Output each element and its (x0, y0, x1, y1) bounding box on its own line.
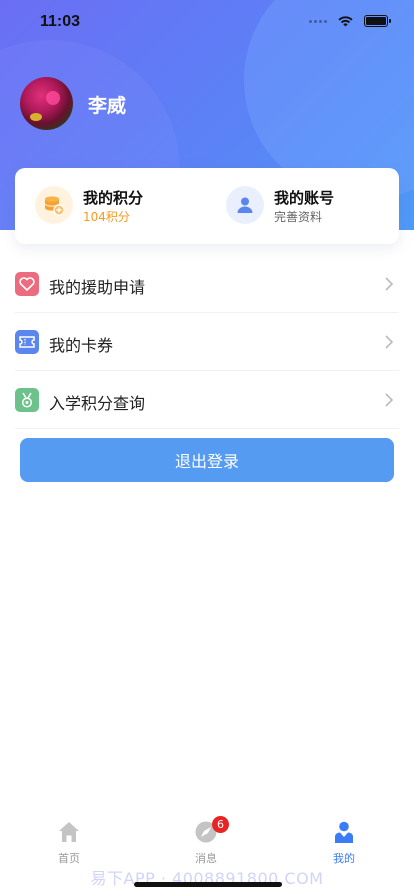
medal-icon (15, 388, 39, 412)
ticket-icon (15, 330, 39, 354)
tab-mine[interactable]: 我的 (304, 820, 384, 866)
tab-label: 首页 (58, 852, 80, 865)
chevron-right-icon (385, 393, 393, 407)
tab-label: 我的 (333, 852, 355, 865)
menu-item-label: 我的援助申请 (49, 278, 146, 297)
profile-icon (332, 820, 356, 844)
menu-item-aid-application[interactable]: 我的援助申请 (15, 255, 399, 313)
chevron-right-icon (385, 335, 393, 349)
message-badge: 6 (212, 816, 229, 833)
username: 李威 (88, 95, 127, 117)
status-time: 11:03 (40, 13, 81, 30)
chevron-right-icon (385, 277, 393, 291)
home-indicator (134, 882, 282, 887)
menu-list: 我的援助申请 我的卡券 入学积分查询 (15, 255, 399, 429)
tab-home[interactable]: 首页 (29, 820, 109, 866)
logout-button[interactable]: 退出登录 (20, 438, 394, 482)
wifi-icon (338, 16, 353, 27)
coins-icon (35, 186, 73, 224)
heart-icon (15, 272, 39, 296)
summary-card: 我的积分 104积分 我的账号 完善资料 (15, 168, 399, 244)
points-title: 我的积分 (83, 189, 144, 207)
status-icons (309, 15, 391, 27)
battery-icon (364, 15, 391, 27)
menu-item-admission-points[interactable]: 入学积分查询 (15, 371, 399, 429)
account-sub: 完善资料 (274, 210, 323, 224)
menu-item-label: 入学积分查询 (49, 394, 146, 413)
tab-label: 消息 (195, 852, 217, 865)
message-icon: 6 (194, 816, 229, 844)
menu-item-label: 我的卡券 (49, 336, 114, 355)
account-title: 我的账号 (274, 189, 335, 207)
user-icon (226, 186, 264, 224)
points-value: 104积分 (83, 210, 130, 224)
menu-item-coupons[interactable]: 我的卡券 (15, 313, 399, 371)
avatar[interactable] (20, 77, 73, 130)
home-icon (57, 820, 81, 844)
status-bar: 11:03 (0, 0, 414, 46)
tab-messages[interactable]: 6 消息 (166, 816, 246, 866)
signal-icon (309, 19, 327, 23)
